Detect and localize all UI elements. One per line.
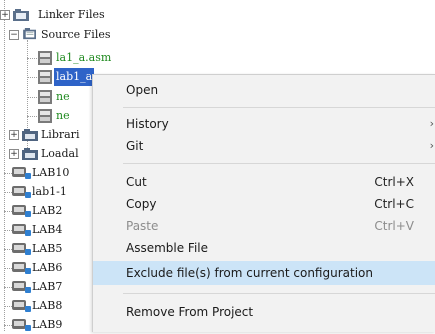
project-icon [12,319,31,331]
shortcut-label: Ctrl+X [374,175,414,189]
tree-item-label: Librari [41,128,80,141]
menu-separator [123,107,435,108]
tree-line [4,268,12,269]
menu-item-label: Remove From Project [126,305,254,319]
project-label: LAB4 [32,223,63,236]
folder-icon [22,129,38,141]
menu-item-paste: Paste Ctrl+V [93,215,435,237]
tree-item-linker-files[interactable]: + Linker Files [0,6,140,24]
menu-item-open[interactable]: Open [93,79,435,101]
expand-icon[interactable]: + [9,130,19,140]
shortcut-label: Ctrl+V [374,219,414,233]
tree-item-label: Source Files [41,28,111,41]
folder-icon [22,148,38,160]
project-item[interactable]: LAB2 [0,202,92,220]
folder-icon [13,9,29,21]
project-item[interactable]: LAB8 [0,297,92,315]
shortcut-label: Ctrl+C [374,197,414,211]
menu-item-cut[interactable]: Cut Ctrl+X [93,171,435,193]
menu-item-label: Assemble File [126,241,209,255]
project-item[interactable]: LAB7 [0,278,92,296]
expand-icon[interactable]: + [9,149,19,159]
tree-line [4,211,12,212]
project-label: LAB10 [32,166,70,179]
tree-item-file[interactable]: la1_a.asm [38,49,148,67]
menu-separator [123,163,435,164]
tree-line [4,249,12,250]
expand-icon[interactable]: + [0,10,10,20]
project-label: LAB7 [32,280,63,293]
tree-line [4,173,12,174]
project-icon [12,205,31,217]
project-label: LAB2 [32,204,63,217]
menu-item-label: Open [126,83,159,97]
menu-item-copy[interactable]: Copy Ctrl+C [93,193,435,215]
tree-line [4,325,12,326]
asm-file-icon [38,90,52,104]
menu-separator [123,293,435,294]
project-item[interactable]: LAB10 [0,164,92,182]
project-item[interactable]: LAB4 [0,221,92,239]
project-label: LAB5 [32,242,63,255]
menu-item-label: Git [126,139,144,153]
asm-file-icon [38,109,52,123]
project-item[interactable]: lab1-1 [0,183,92,201]
tree-item-label: lab1_a [54,68,95,86]
tree-item-label: Linker Files [38,8,105,21]
project-label: LAB8 [32,299,63,312]
project-icon [12,224,31,236]
tree-line [4,306,12,307]
menu-item-label: History [126,117,169,131]
tree-item-label: ne [56,90,70,103]
menu-item-label: Exclude file(s) from current configurati… [126,266,373,280]
menu-item-history[interactable]: History › [93,113,435,135]
folder-open-icon [23,28,36,40]
menu-item-label: Copy [126,197,157,211]
collapse-icon[interactable]: − [9,30,19,40]
tree-item-label: la1_a.asm [56,51,112,64]
menu-item-label: Cut [126,175,147,189]
menu-item-exclude-file[interactable]: Exclude file(s) from current configurati… [93,261,435,285]
menu-item-label: Paste [126,219,159,233]
tree-line [4,287,12,288]
tree-item-loadables[interactable]: + Loadal [0,145,100,163]
menu-item-remove-from-project[interactable]: Remove From Project [93,301,435,323]
tree-item-label: ne [56,109,70,122]
context-menu: Open History › Git › Cut Ctrl+X Copy Ctr… [92,74,435,332]
project-label: LAB9 [32,318,63,331]
tree-item-file[interactable]: ne [38,107,98,125]
project-icon [12,281,31,293]
project-item[interactable]: LAB6 [0,259,92,277]
submenu-arrow-icon: › [429,139,434,152]
tree-item-libraries[interactable]: + Librari [0,126,100,144]
project-label: LAB6 [32,261,63,274]
asm-file-icon [38,51,52,65]
tree-item-label: Loadal [41,147,79,160]
tree-item-file[interactable]: ne [38,88,98,106]
asm-file-icon [38,70,52,84]
tree-line [4,192,12,193]
project-icon [12,167,31,179]
project-item[interactable]: LAB5 [0,240,92,258]
project-icon [12,300,31,312]
menu-item-git[interactable]: Git › [93,135,435,157]
submenu-arrow-icon: › [429,117,434,130]
project-icon [12,262,31,274]
tree-line [4,230,12,231]
project-item[interactable]: LAB9 [0,316,92,334]
menu-item-assemble-file[interactable]: Assemble File [93,237,435,259]
project-icon [12,186,31,198]
project-label: lab1-1 [32,185,67,198]
tree-item-source-files[interactable]: − Source Files [0,26,140,44]
project-icon [12,243,31,255]
